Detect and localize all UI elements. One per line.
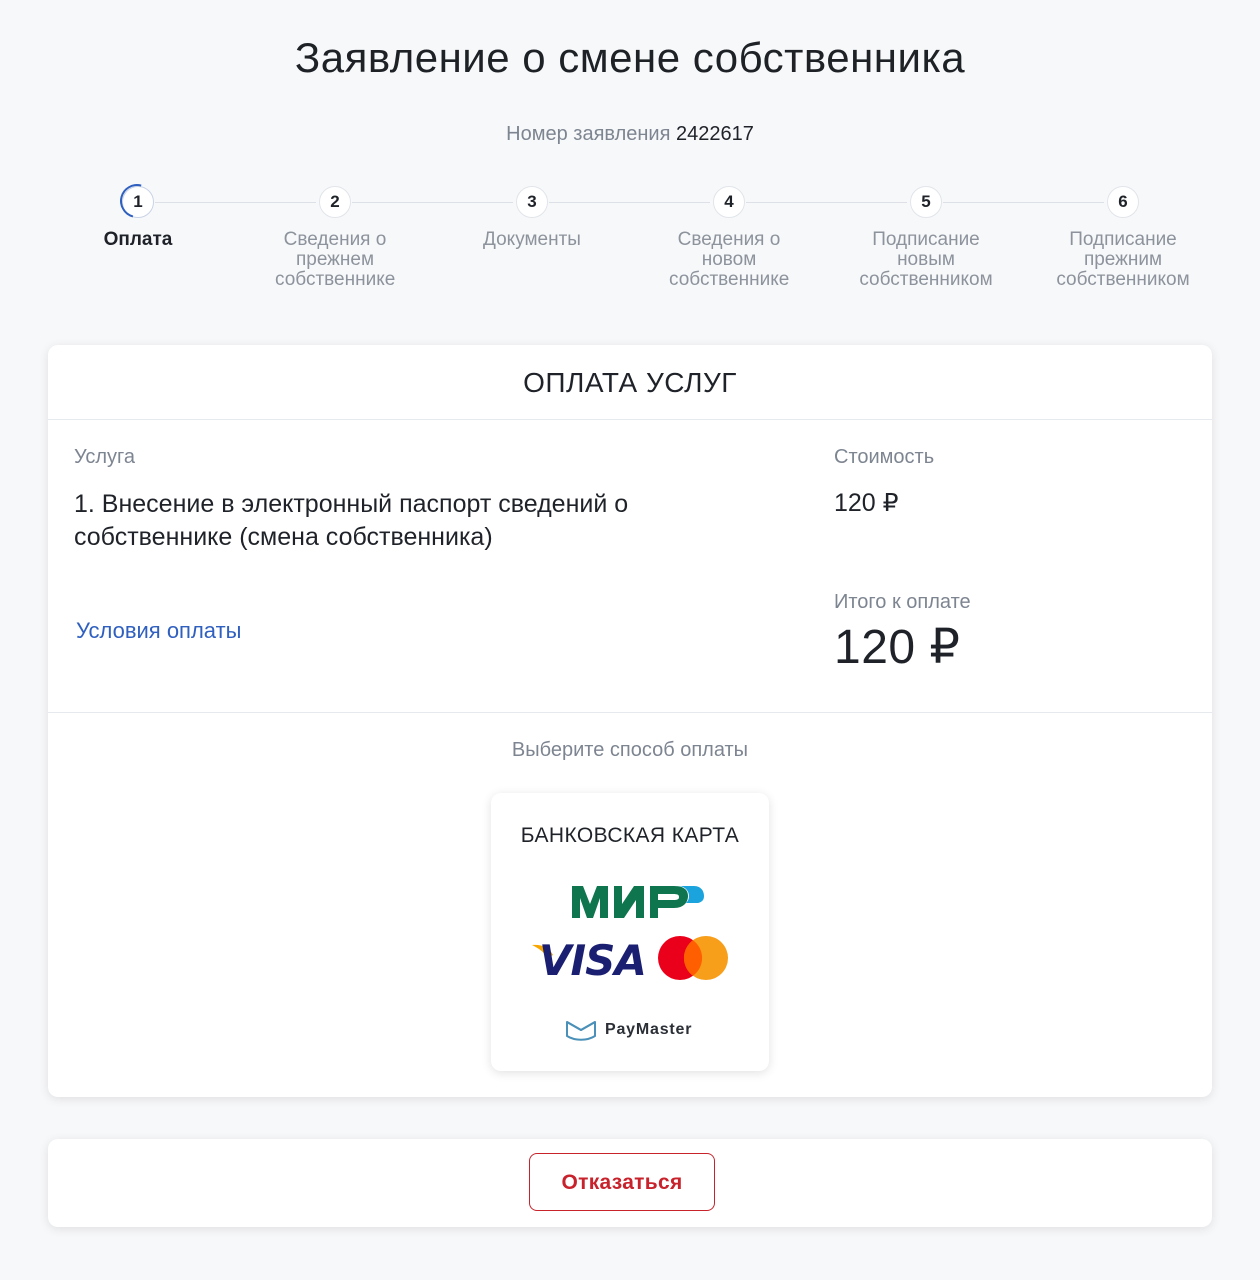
paymaster-icon	[566, 1021, 596, 1041]
divider	[48, 712, 1212, 713]
step-number: 3	[516, 186, 548, 218]
service-description: 1. Внесение в электронный паспорт сведен…	[74, 490, 629, 551]
payment-terms-link[interactable]: Условия оплаты	[76, 618, 241, 644]
application-number: Номер заявления 2422617	[0, 123, 1260, 146]
step-sign-previous-owner: 6 Подписание прежним собственником	[1033, 182, 1213, 290]
cancel-button[interactable]: Отказаться	[529, 1153, 715, 1211]
total-label: Итого к оплате	[834, 591, 971, 613]
bank-card-title: БАНКОВСКАЯ КАРТА	[520, 824, 740, 847]
step-label: Оплата	[103, 229, 173, 250]
visa-logo-icon: VISA	[532, 937, 647, 981]
mastercard-logo-icon	[658, 936, 728, 980]
step-sign-new-owner: 5 Подписание новым собственником	[836, 182, 1016, 290]
step-number: 5	[910, 186, 942, 218]
payment-card-title: ОПЛАТА УСЛУГ	[48, 345, 1212, 420]
step-documents: 3 Документы	[442, 182, 622, 250]
mir-logo-icon	[572, 886, 704, 918]
bank-card-payment-option[interactable]: БАНКОВСКАЯ КАРТА VISA PayMaster	[491, 793, 769, 1071]
step-label: Подписание новым собственником	[859, 229, 993, 290]
step-number: 6	[1107, 186, 1139, 218]
svg-text:VISA: VISA	[539, 937, 646, 981]
step-label: Сведения о новом собственнике	[669, 229, 790, 290]
application-number-value: 2422617	[675, 123, 754, 145]
step-number: 2	[319, 186, 351, 218]
step-label: Подписание прежним собственником	[1056, 229, 1190, 290]
service-price: 120 ₽	[834, 489, 899, 517]
payment-card: ОПЛАТА УСЛУГ Услуга Стоимость 1. Внесени…	[48, 345, 1212, 1097]
step-previous-owner: 2 Сведения о прежнем собственнике	[245, 182, 425, 290]
service-column-label: Услуга	[74, 446, 136, 468]
step-payment: 1 Оплата	[48, 182, 228, 250]
step-number: 4	[713, 186, 745, 218]
stepper: 1 Оплата 2 Сведения о прежнем собственни…	[40, 182, 1220, 312]
application-number-label: Номер заявления	[506, 123, 671, 145]
total-amount: 120 ₽	[834, 621, 961, 674]
actions-card: Отказаться	[48, 1139, 1212, 1227]
paymaster-logo: PayMaster	[565, 1017, 692, 1043]
step-label: Сведения о прежнем собственнике	[275, 229, 396, 290]
step-new-owner: 4 Сведения о новом собственнике	[639, 182, 819, 290]
step-label: Документы	[483, 229, 581, 250]
paymaster-text: PayMaster	[605, 1021, 693, 1038]
choose-payment-method-label: Выберите способ оплаты	[511, 739, 749, 761]
page-title: Заявление о смене собственника	[294, 34, 966, 81]
step-number: 1	[122, 186, 154, 218]
cost-column-label: Стоимость	[834, 446, 935, 468]
